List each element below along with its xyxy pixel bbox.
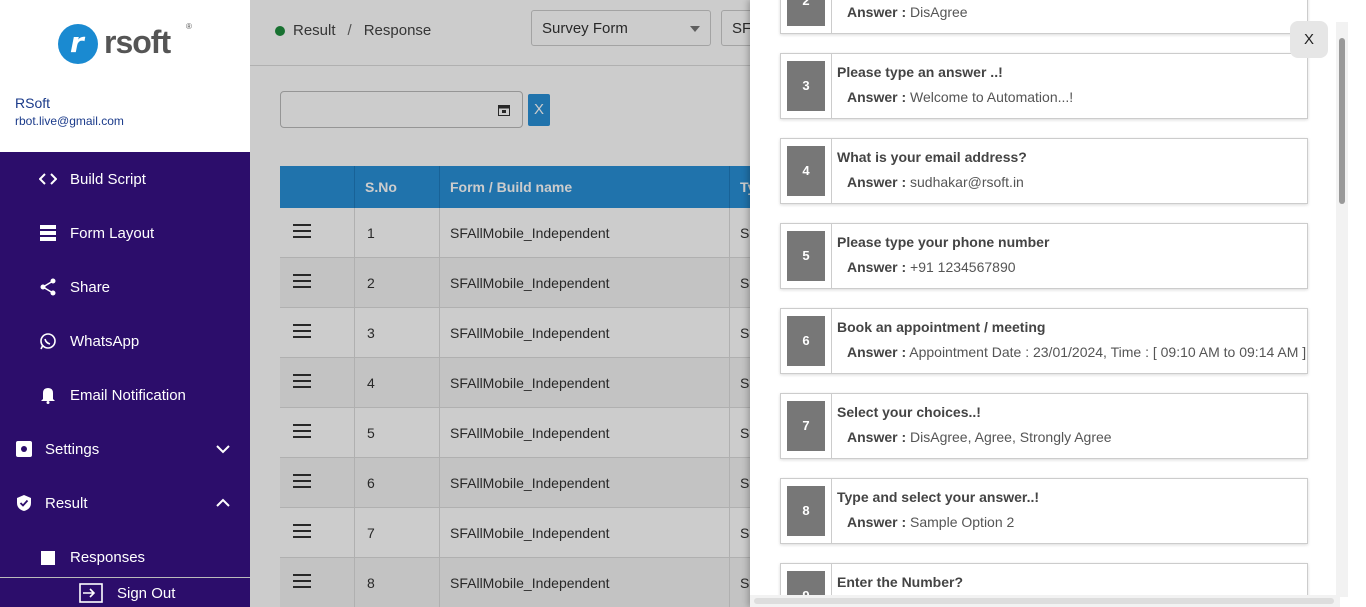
divider [831, 309, 832, 373]
answer-row: Answer : Welcome to Automation...! [847, 89, 1073, 105]
divider [831, 139, 832, 203]
answer-text: DisAgree, Agree, Strongly Agree [910, 429, 1112, 445]
divider [831, 479, 832, 543]
answer-text: Appointment Date : 23/01/2024, Time : [ … [909, 344, 1307, 360]
answer-text: sudhakar@rsoft.in [910, 174, 1024, 190]
chevron-up-icon [216, 498, 230, 507]
sign-out-icon [79, 583, 103, 603]
answer-row: Answer : +91 1234567890 [847, 259, 1016, 275]
answer-row: Answer : sudhakar@rsoft.in [847, 174, 1024, 190]
answer-label: Answer : [847, 89, 907, 105]
divider [831, 224, 832, 288]
question-text: Enter the Number? [837, 574, 964, 590]
sidebar-item-email-notification[interactable]: Email Notification [0, 368, 250, 422]
divider [831, 394, 832, 458]
scrollbar-thumb[interactable] [1339, 38, 1345, 204]
close-button[interactable]: X [1290, 21, 1328, 58]
answer-label: Answer : [847, 429, 907, 445]
sidebar-item-label: WhatsApp [70, 332, 140, 350]
question-text: Please type an answer ..! [837, 64, 1003, 80]
vertical-scrollbar[interactable] [1336, 22, 1348, 597]
question-number: 7 [787, 401, 825, 451]
response-detail-drawer: 2 Answer : DisAgree 3 Please type an answer… [750, 0, 1366, 607]
user-email: rbot.live@gmail.com [15, 114, 124, 128]
answer-label: Answer : [847, 174, 907, 190]
layout-icon [38, 223, 58, 243]
answer-text: DisAgree [910, 4, 968, 20]
answer-text: Sample Option 2 [910, 514, 1015, 530]
question-number: 5 [787, 231, 825, 281]
answer-label: Answer : [847, 259, 907, 275]
sidebar-item-settings[interactable]: Settings [0, 422, 250, 476]
sidebar-item-whatsapp[interactable]: WhatsApp [0, 314, 250, 368]
sidebar-item-build-script[interactable]: Build Script [0, 152, 250, 206]
answer-label: Answer : [847, 514, 907, 530]
answer-text: +91 1234567890 [910, 259, 1016, 275]
logo-mark: r [70, 26, 84, 59]
answer-card: 3 Please type an answer ..! Answer : Welco… [780, 53, 1308, 119]
sidebar-item-label: Form Layout [70, 224, 155, 242]
settings-icon [14, 439, 34, 459]
divider [831, 0, 832, 33]
scrollbar-thumb[interactable] [754, 598, 1334, 604]
answer-label: Answer : [847, 4, 907, 20]
logo: r rsoft ® [58, 22, 198, 66]
sidebar-item-responses[interactable]: Responses [0, 530, 250, 570]
sidebar-item-share[interactable]: Share [0, 260, 250, 314]
chevron-down-icon [216, 445, 230, 454]
question-text: Type and select your answer..! [837, 489, 1040, 505]
question-text: Please type your phone number [837, 234, 1050, 250]
question-number: 2 [787, 0, 825, 26]
answer-card: 8 Type and select your answer..! Answer : … [780, 478, 1308, 544]
sidebar-item-label: Email Notification [70, 386, 186, 404]
code-icon [38, 169, 58, 189]
table-icon [38, 548, 58, 568]
sidebar: r rsoft ® RSoft rbot.live@gmail.com Buil… [0, 0, 250, 607]
answer-label: Answer : [847, 344, 907, 360]
sidebar-item-label: Share [70, 278, 111, 296]
answer-row: Answer : DisAgree [847, 4, 968, 20]
sidebar-item-label: Result [45, 494, 88, 512]
divider [831, 54, 832, 118]
sign-out-label: Sign Out [117, 585, 176, 602]
sign-out-button[interactable]: Sign Out [0, 577, 250, 607]
question-number: 3 [787, 61, 825, 111]
sidebar-header: r rsoft ® RSoft rbot.live@gmail.com [0, 0, 250, 152]
logo-text: rsoft [104, 24, 171, 60]
sidebar-item-result[interactable]: Result [0, 476, 250, 530]
sidebar-item-form-layout[interactable]: Form Layout [0, 206, 250, 260]
user-name: RSoft [15, 95, 51, 111]
question-number: 8 [787, 486, 825, 536]
sidebar-item-label: Build Script [70, 170, 146, 188]
question-text: Select your choices..! [837, 404, 981, 420]
answer-card: 7 Select your choices..! Answer : DisAgree… [780, 393, 1308, 459]
answer-card: 4 What is your email address? Answer : sud… [780, 138, 1308, 204]
horizontal-scrollbar[interactable] [750, 595, 1340, 607]
answer-row: Answer : DisAgree, Agree, Strongly Agree [847, 429, 1112, 445]
answer-card: 6 Book an appointment / meeting Answer : A… [780, 308, 1308, 374]
shield-check-icon [14, 493, 34, 513]
logo-registered: ® [186, 22, 192, 31]
question-number: 6 [787, 316, 825, 366]
answer-text: Welcome to Automation...! [910, 89, 1074, 105]
whatsapp-icon [38, 331, 58, 351]
answer-card: 5 Please type your phone number Answer : +… [780, 223, 1308, 289]
question-text: Book an appointment / meeting [837, 319, 1046, 335]
answer-card: 2 Answer : DisAgree [780, 0, 1308, 34]
share-icon [38, 277, 58, 297]
question-number: 4 [787, 146, 825, 196]
sidebar-item-label: Settings [45, 440, 100, 458]
answer-row: Answer : Appointment Date : 23/01/2024, … [847, 344, 1306, 360]
answer-row: Answer : Sample Option 2 [847, 514, 1014, 530]
bell-icon [38, 385, 58, 405]
sidebar-item-label: Responses [70, 549, 146, 566]
question-text: What is your email address? [837, 149, 1027, 165]
